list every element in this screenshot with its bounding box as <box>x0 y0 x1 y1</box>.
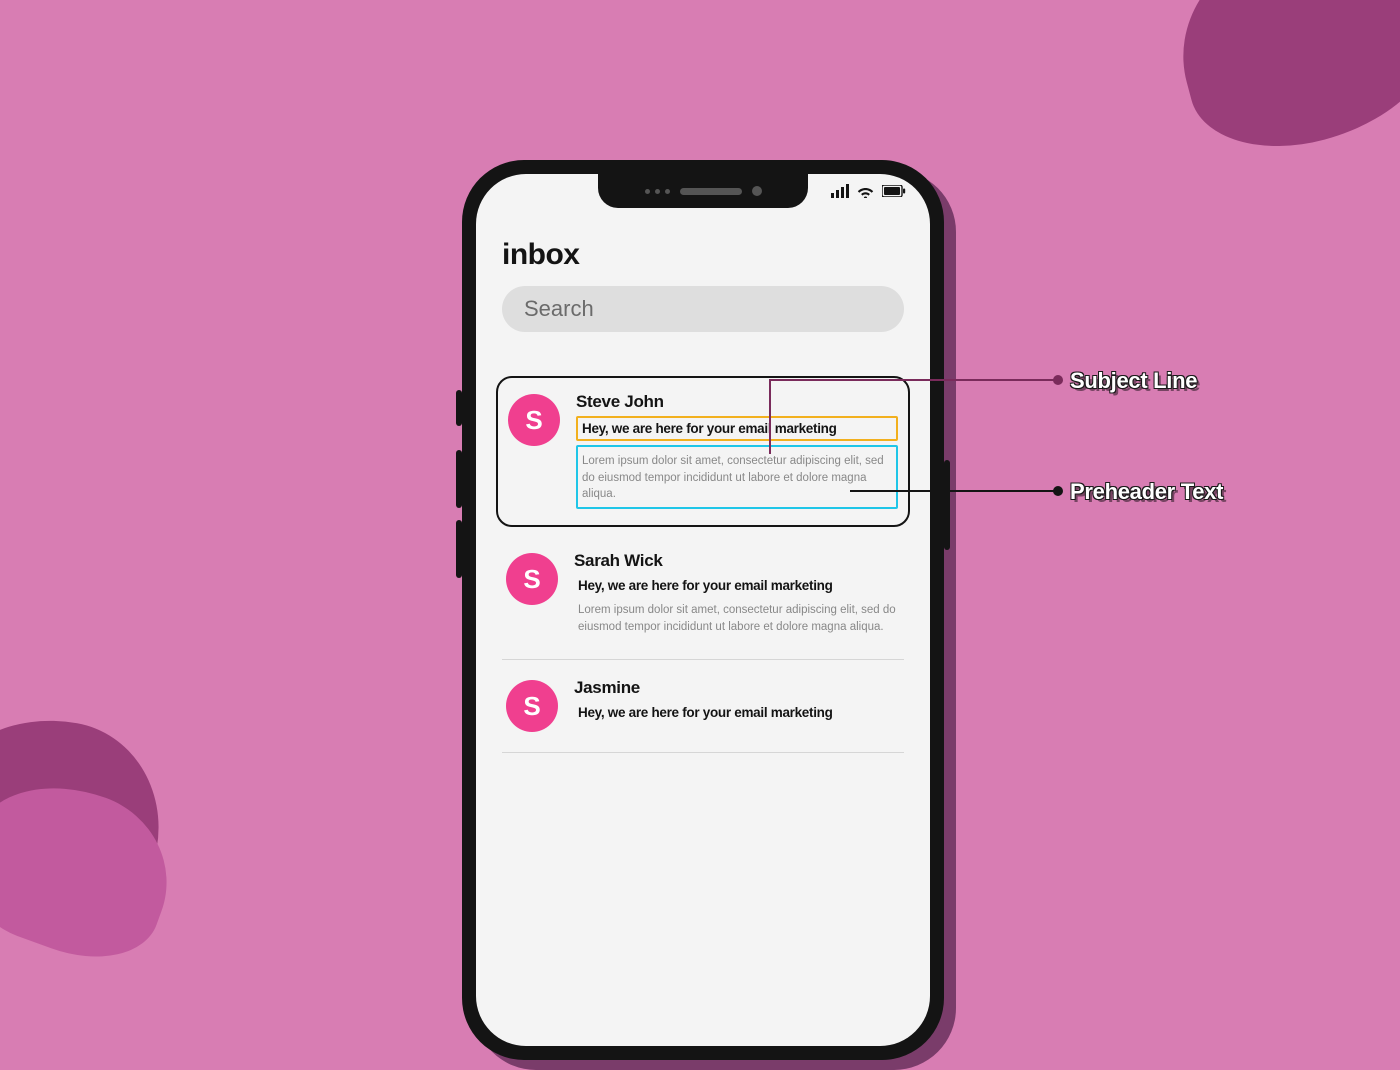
search-placeholder: Search <box>524 296 594 322</box>
phone-side-button <box>456 390 462 426</box>
page-title: inbox <box>502 238 904 272</box>
avatar: S <box>506 553 558 605</box>
search-input[interactable]: Search <box>502 286 904 332</box>
email-subject: Hey, we are here for your email marketin… <box>576 416 898 441</box>
phone-frame: inbox Search S Steve John Hey, we are he… <box>462 160 944 1060</box>
email-item[interactable]: S Sarah Wick Hey, we are here for your e… <box>502 533 904 660</box>
avatar: S <box>506 680 558 732</box>
email-item[interactable]: S Steve John Hey, we are here for your e… <box>496 376 910 527</box>
battery-icon <box>882 185 906 197</box>
phone-screen: inbox Search S Steve John Hey, we are he… <box>476 174 930 1046</box>
phone-side-button <box>456 520 462 578</box>
avatar: S <box>508 394 560 446</box>
email-item[interactable]: S Jasmine Hey, we are here for your emai… <box>502 660 904 753</box>
email-preheader: Lorem ipsum dolor sit amet, consectetur … <box>576 445 898 509</box>
email-subject: Hey, we are here for your email marketin… <box>574 702 900 723</box>
email-sender: Jasmine <box>574 678 900 698</box>
email-sender: Steve John <box>576 392 898 412</box>
email-preheader: Lorem ipsum dolor sit amet, consectetur … <box>574 596 900 639</box>
wifi-icon <box>857 185 874 198</box>
email-subject: Hey, we are here for your email marketin… <box>574 575 900 596</box>
signal-icon <box>831 184 849 198</box>
phone-side-button <box>456 450 462 508</box>
status-bar <box>831 184 906 198</box>
email-sender: Sarah Wick <box>574 551 900 571</box>
decor-blob <box>1159 0 1400 170</box>
phone-side-button <box>944 460 950 550</box>
callout-subject-label: Subject Line <box>1070 368 1197 394</box>
inbox-app: inbox Search S Steve John Hey, we are he… <box>476 174 930 753</box>
phone-notch <box>598 174 808 208</box>
callout-preheader-label: Preheader Text <box>1070 479 1223 505</box>
